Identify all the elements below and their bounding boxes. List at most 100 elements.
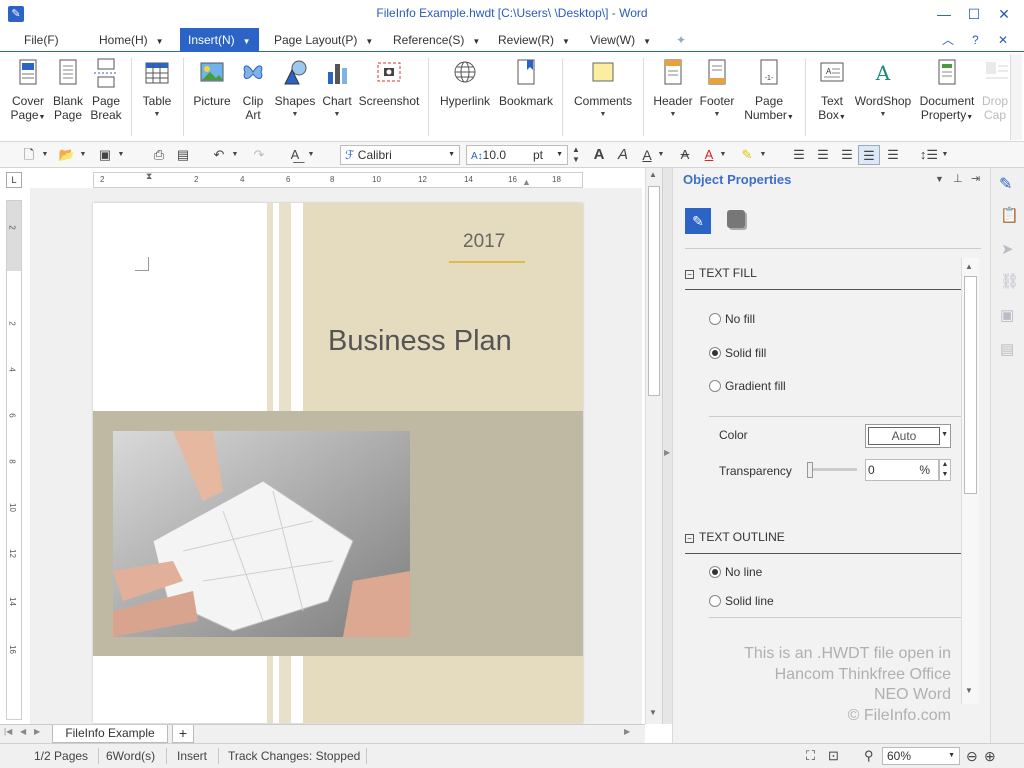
hyperlink-button[interactable]: Hyperlink xyxy=(436,58,494,108)
document-canvas[interactable]: 2017 Business Plan xyxy=(30,188,642,724)
grow-font-icon[interactable]: A xyxy=(588,145,610,165)
scrollbar-thumb[interactable] xyxy=(648,186,660,396)
zoom-out-icon[interactable]: ⊖ xyxy=(966,744,978,768)
cover-page-button[interactable]: Cover Page▼ xyxy=(8,58,48,125)
font-size-stepper[interactable]: ▲ ▼ xyxy=(570,145,582,165)
page-count[interactable]: 1/2 Pages xyxy=(34,744,88,768)
panel-scrollbar[interactable]: ▲ ▼ xyxy=(961,258,979,704)
menu-reference[interactable]: Reference(S) ▼ xyxy=(393,28,480,52)
scroll-up-icon[interactable]: ▲ xyxy=(965,262,973,271)
chart-button[interactable]: Chart ▼ xyxy=(319,58,355,122)
fill-line-tab-icon[interactable]: ✎ xyxy=(685,208,711,234)
effects-tab-icon[interactable] xyxy=(727,210,745,228)
page-break-button[interactable]: Page Break xyxy=(88,58,124,122)
text-box-button[interactable]: A Text Box▼ xyxy=(813,58,851,125)
insert-mode[interactable]: Insert xyxy=(177,744,207,768)
print-preview-icon[interactable]: ▤ xyxy=(172,145,194,165)
transparency-slider-handle[interactable] xyxy=(807,462,813,478)
collapse-ribbon-icon[interactable]: ︿ xyxy=(942,28,954,52)
help-icon[interactable]: ? xyxy=(972,28,979,52)
line-spacing-icon[interactable]: ↕☰ xyxy=(918,145,940,165)
scroll-down-icon[interactable]: ▼ xyxy=(965,686,973,695)
style-dock-icon[interactable]: ▣ xyxy=(1000,306,1014,324)
zoom-icon[interactable]: ⚲ xyxy=(864,744,874,768)
chevron-down-icon[interactable]: ▼ xyxy=(306,145,316,165)
chevron-down-icon[interactable]: ▼ xyxy=(78,145,88,165)
expand-arrow-icon[interactable]: ▶ xyxy=(664,448,670,457)
open-folder-icon[interactable]: 📂 xyxy=(56,145,78,165)
right-indent-marker-icon[interactable]: ▲ xyxy=(522,177,531,187)
style-icon[interactable]: A͟ xyxy=(284,145,306,165)
chevron-down-icon[interactable]: ▼ xyxy=(230,145,240,165)
table-button[interactable]: Table ▼ xyxy=(139,58,175,122)
menu-review[interactable]: Review(R) ▼ xyxy=(498,28,570,52)
document-tab[interactable]: FileInfo Example xyxy=(52,725,168,743)
transparency-stepper[interactable]: ▲ ▼ xyxy=(939,459,951,481)
document-property-button[interactable]: Document Property▼ xyxy=(916,58,978,125)
vertical-ruler[interactable]: 2 2 4 6 8 10 12 14 16 xyxy=(6,200,22,720)
clipboard-dock-icon[interactable]: 📋 xyxy=(1000,206,1019,224)
comments-button[interactable]: Comments ▼ xyxy=(570,58,636,122)
close-doc-icon[interactable]: ✕ xyxy=(998,28,1008,52)
font-color-icon[interactable]: A xyxy=(698,145,720,165)
italic-icon[interactable]: A xyxy=(612,145,634,165)
maximize-button[interactable]: ☐ xyxy=(962,4,986,24)
document-title[interactable]: Business Plan xyxy=(328,325,512,358)
shapes-button[interactable]: Shapes ▼ xyxy=(274,58,316,122)
align-right-icon[interactable]: ☰ xyxy=(836,145,858,165)
blank-page-button[interactable]: Blank Page xyxy=(50,58,86,122)
text-fill-section[interactable]: − TEXT FILL xyxy=(685,266,757,280)
document-dock-icon[interactable]: ▤ xyxy=(1000,340,1014,358)
object-properties-dock-icon[interactable]: ✎ xyxy=(999,174,1012,194)
align-left-icon[interactable]: ☰ xyxy=(788,145,810,165)
chevron-down-icon[interactable]: ▼ xyxy=(40,145,50,165)
collaborate-icon[interactable]: ✦ xyxy=(676,28,686,52)
header-button[interactable]: Header ▼ xyxy=(651,58,695,122)
clip-art-button[interactable]: Clip Art xyxy=(236,58,270,122)
transparency-slider-track[interactable] xyxy=(807,468,857,471)
zoom-select[interactable]: 60% ▼ xyxy=(882,747,960,765)
menu-page-layout[interactable]: Page Layout(P) ▼ xyxy=(274,28,373,52)
close-button[interactable]: ✕ xyxy=(992,4,1016,24)
font-size-field[interactable]: A↕10.0 pt ▼ xyxy=(466,145,568,165)
drop-cap-button[interactable]: Drop Cap xyxy=(982,58,1008,122)
scroll-right-icon[interactable]: ▶ xyxy=(624,727,630,736)
chevron-down-icon[interactable]: ▼ xyxy=(758,145,768,165)
gradient-fill-radio[interactable]: Gradient fill xyxy=(709,379,786,393)
zoom-in-icon[interactable]: ⊕ xyxy=(984,744,996,768)
screenshot-button[interactable]: Screenshot xyxy=(358,58,420,108)
solid-fill-radio[interactable]: Solid fill xyxy=(709,346,766,360)
prev-tab-icon[interactable]: ◀ xyxy=(20,727,26,736)
next-tab-icon[interactable]: ▶ xyxy=(34,727,40,736)
horizontal-ruler[interactable]: 2 2 4 6 8 10 12 14 16 18 ⧗ ▲ xyxy=(93,171,583,188)
minimize-button[interactable]: — xyxy=(932,4,956,24)
first-tab-icon[interactable]: |◀ xyxy=(4,727,12,736)
chevron-down-icon[interactable]: ▼ xyxy=(656,145,666,165)
page-number-button[interactable]: -1- Page Number▼ xyxy=(742,58,796,125)
panel-scrollbar-thumb[interactable] xyxy=(964,276,977,494)
fit-page-icon[interactable]: ⛶ xyxy=(806,744,815,768)
align-center-icon[interactable]: ☰ xyxy=(812,145,834,165)
solid-line-radio[interactable]: Solid line xyxy=(709,594,774,608)
tab-stop-selector[interactable]: L xyxy=(6,172,22,188)
chevron-down-icon[interactable]: ▼ xyxy=(940,145,950,165)
pin-icon[interactable]: ⊥ xyxy=(953,172,963,185)
strikethrough-icon[interactable]: A xyxy=(674,145,696,165)
bookmark-button[interactable]: Bookmark xyxy=(497,58,555,108)
menu-file[interactable]: File(F) xyxy=(24,28,59,52)
document-page[interactable]: 2017 Business Plan xyxy=(93,203,583,723)
distribute-icon[interactable]: ☰ xyxy=(882,145,904,165)
ribbon-scrollbar[interactable] xyxy=(1010,54,1022,140)
justify-icon[interactable]: ☰ xyxy=(858,145,880,165)
indent-marker-icon[interactable]: ⧗ xyxy=(146,171,152,182)
undo-icon[interactable]: ↶ xyxy=(208,145,230,165)
color-picker[interactable]: Auto ▼ xyxy=(865,424,951,448)
puzzle-photo[interactable] xyxy=(113,431,410,637)
no-fill-radio[interactable]: No fill xyxy=(709,312,755,326)
save-icon[interactable]: ▣ xyxy=(94,145,116,165)
transparency-input[interactable]: 0% xyxy=(865,459,939,481)
highlight-icon[interactable]: ✎ xyxy=(736,145,758,165)
word-count[interactable]: 6Word(s) xyxy=(106,744,155,768)
font-name-select[interactable]: ℱ Calibri ▼ xyxy=(340,145,460,165)
footer-button[interactable]: Footer ▼ xyxy=(697,58,737,122)
